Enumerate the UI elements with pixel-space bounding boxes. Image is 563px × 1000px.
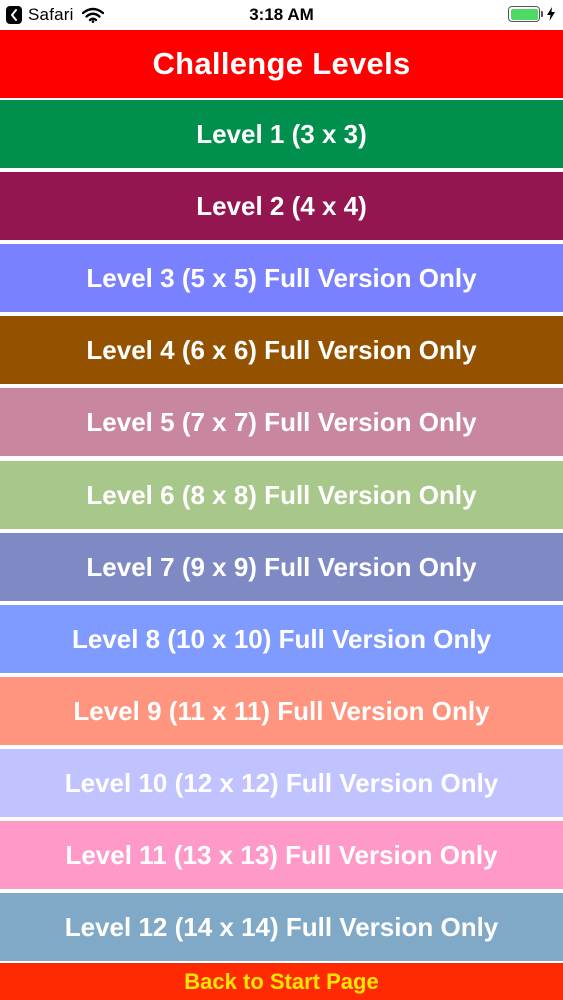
level-9-button[interactable]: Level 9 (11 x 11) Full Version Only bbox=[0, 677, 563, 745]
back-to-start-button[interactable]: Back to Start Page bbox=[0, 963, 563, 1000]
level-4-label[interactable]: Level 4 (6 x 6) Full Version Only bbox=[86, 335, 476, 366]
status-time: 3:18 AM bbox=[249, 5, 314, 24]
status-bar: Safari 3:18 AM bbox=[0, 0, 563, 30]
level-5-label[interactable]: Level 5 (7 x 7) Full Version Only bbox=[86, 407, 476, 438]
level-12-button[interactable]: Level 12 (14 x 14) Full Version Only bbox=[0, 893, 563, 961]
level-2-button[interactable]: Level 2 (4 x 4) bbox=[0, 172, 563, 240]
level-5-button[interactable]: Level 5 (7 x 7) Full Version Only bbox=[0, 388, 563, 456]
battery-cap bbox=[541, 11, 543, 17]
level-10-button[interactable]: Level 10 (12 x 12) Full Version Only bbox=[0, 749, 563, 817]
level-7-button[interactable]: Level 7 (9 x 9) Full Version Only bbox=[0, 533, 563, 601]
level-6-label[interactable]: Level 6 (8 x 8) Full Version Only bbox=[86, 480, 476, 511]
level-8-label[interactable]: Level 8 (10 x 10) Full Version Only bbox=[72, 624, 491, 655]
level-11-button[interactable]: Level 11 (13 x 13) Full Version Only bbox=[0, 821, 563, 889]
level-7-label[interactable]: Level 7 (9 x 9) Full Version Only bbox=[86, 552, 476, 583]
level-9-label[interactable]: Level 9 (11 x 11) Full Version Only bbox=[73, 696, 489, 727]
level-4-button[interactable]: Level 4 (6 x 6) Full Version Only bbox=[0, 316, 563, 384]
battery-level-fill bbox=[510, 8, 538, 20]
charging-bolt-icon bbox=[547, 7, 555, 21]
level-1-label[interactable]: Level 1 (3 x 3) bbox=[196, 119, 367, 150]
level-8-button[interactable]: Level 8 (10 x 10) Full Version Only bbox=[0, 605, 563, 673]
level-12-label[interactable]: Level 12 (14 x 14) Full Version Only bbox=[65, 912, 499, 943]
level-10-label[interactable]: Level 10 (12 x 12) Full Version Only bbox=[65, 768, 499, 799]
status-right bbox=[508, 6, 555, 22]
battery-icon bbox=[508, 6, 540, 22]
level-3-label[interactable]: Level 3 (5 x 5) Full Version Only bbox=[86, 263, 476, 294]
level-3-button[interactable]: Level 3 (5 x 5) Full Version Only bbox=[0, 244, 563, 312]
level-11-label[interactable]: Level 11 (13 x 13) Full Version Only bbox=[65, 840, 497, 871]
app-screen: Safari 3:18 AM Challenge Levels Level 1 … bbox=[0, 0, 563, 1000]
level-1-button[interactable]: Level 1 (3 x 3) bbox=[0, 100, 563, 168]
header-bar: Challenge Levels bbox=[0, 30, 563, 98]
level-6-button[interactable]: Level 6 (8 x 8) Full Version Only bbox=[0, 461, 563, 529]
page-title: Challenge Levels bbox=[152, 46, 411, 81]
back-to-start-label[interactable]: Back to Start Page bbox=[184, 969, 378, 995]
level-2-label[interactable]: Level 2 (4 x 4) bbox=[196, 191, 367, 222]
